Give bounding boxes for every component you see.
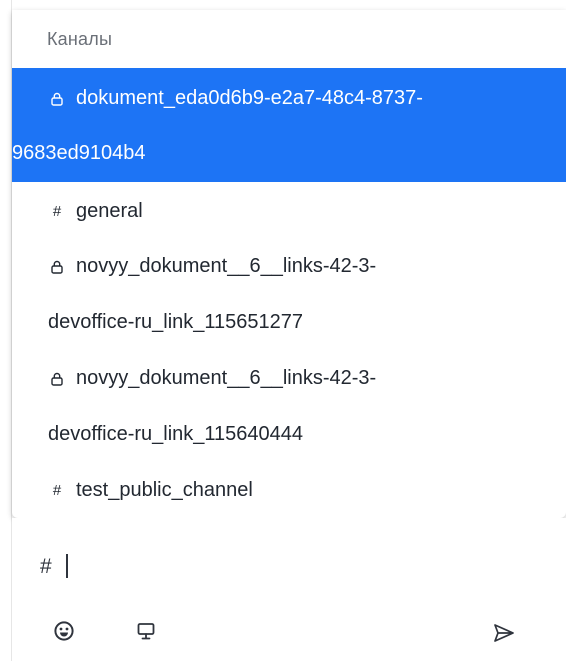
popup-title: Каналы: [47, 29, 113, 49]
channel-item[interactable]: # test_public_channel: [12, 462, 566, 518]
channel-name: novyy_dokument__6__links-42-3-: [76, 255, 377, 277]
channel-name-continued: devoffice-ru_link_115651277: [48, 311, 304, 333]
emoji-icon: [54, 621, 74, 641]
message-composer: [12, 518, 566, 661]
channel-item[interactable]: novyy_dokument__6__links-42-3- devoffice…: [12, 238, 566, 350]
lock-icon: [48, 258, 66, 275]
sidebar-edge: [0, 0, 12, 661]
channel-item[interactable]: # general: [12, 182, 566, 238]
channel-name: general: [76, 200, 143, 222]
channel-item[interactable]: dokument_eda0d6b9-e2a7-48c4-8737- 9683ed…: [12, 68, 566, 182]
screen-share-button[interactable]: [132, 617, 160, 645]
send-button[interactable]: [490, 619, 518, 647]
send-icon: [494, 624, 514, 642]
channel-name-continued: 9683ed9104b4: [12, 142, 146, 164]
channel-item[interactable]: novyy_dokument__6__links-42-3- devoffice…: [12, 350, 566, 462]
channel-name: test_public_channel: [76, 479, 253, 501]
channel-mention-popup: Каналы dokument_eda0d6b9-e2a7-48c4-8737-…: [12, 10, 566, 518]
text-caret: [66, 554, 68, 578]
channel-name-continued: devoffice-ru_link_115640444: [48, 423, 304, 445]
hash-icon: #: [52, 482, 62, 499]
chat-window: Каналы dokument_eda0d6b9-e2a7-48c4-8737-…: [0, 0, 566, 661]
channel-name: novyy_dokument__6__links-42-3-: [76, 367, 377, 389]
hash-icon: #: [52, 203, 62, 220]
emoji-button[interactable]: [50, 617, 78, 645]
channel-name: dokument_eda0d6b9-e2a7-48c4-8737-: [76, 87, 423, 109]
popup-header: Каналы: [12, 10, 566, 68]
message-input[interactable]: [40, 552, 540, 582]
lock-icon: [48, 90, 66, 107]
screen-share-icon: [137, 623, 155, 640]
lock-icon: [48, 370, 66, 387]
